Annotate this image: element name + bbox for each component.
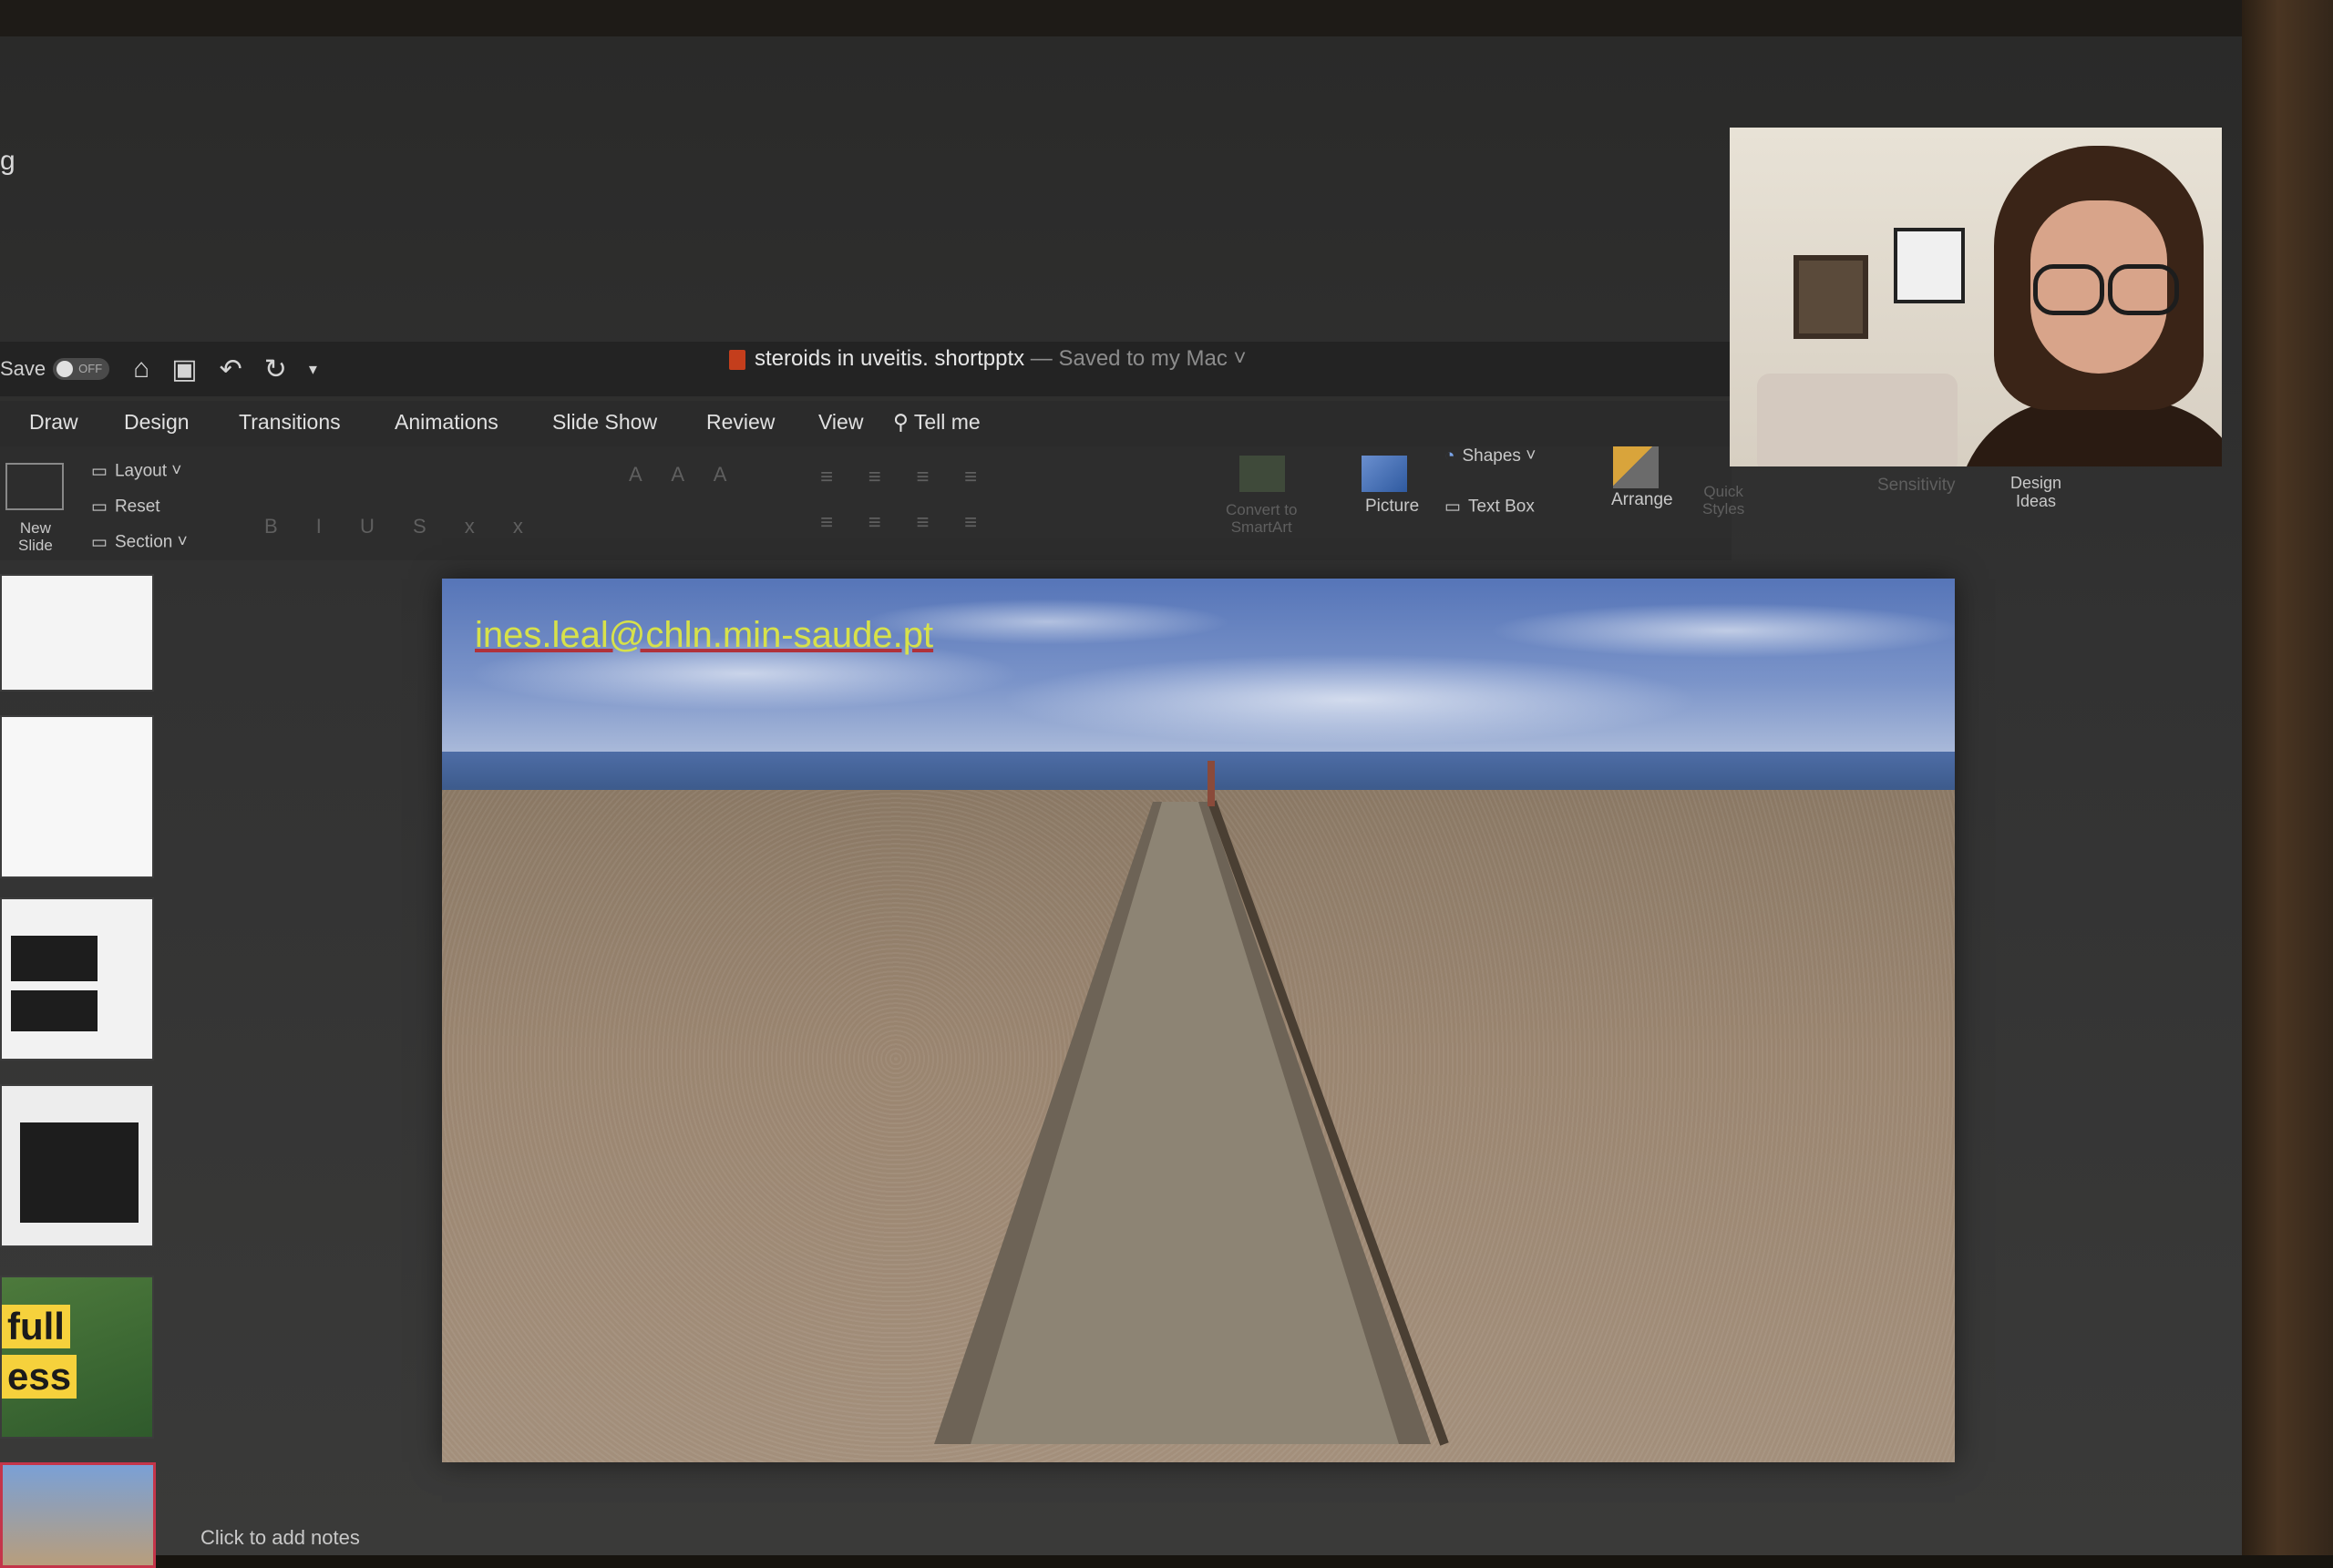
reset-icon: ▭ — [91, 497, 108, 517]
sign-text-line1: full — [2, 1305, 70, 1348]
slide-thumbnail-2[interactable] — [0, 715, 154, 878]
new-slide-icon[interactable] — [5, 463, 64, 510]
font-format-buttons[interactable]: B I U S x x — [264, 515, 540, 538]
boardwalk-surface — [971, 802, 1399, 1444]
shapes-icon: ◔ — [1444, 446, 1455, 466]
boardwalk-graphic — [934, 761, 1449, 1446]
tab-draw[interactable]: Draw — [29, 410, 78, 435]
layout-button[interactable]: ▭ Layout ˅ — [91, 461, 181, 482]
autosave-state: OFF — [78, 362, 103, 375]
slide-thumbnail-1[interactable] — [0, 574, 154, 692]
section-label: Section — [114, 532, 173, 552]
text-box-label: Text Box — [1467, 497, 1535, 517]
font-size-buttons[interactable]: A A A — [629, 463, 739, 487]
shapes-button[interactable]: ◔ Shapes ˅ — [1444, 446, 1536, 466]
oct-scan-image — [11, 936, 98, 981]
quick-styles-button[interactable]: Quick Styles — [1702, 483, 1744, 518]
document-name: steroids in uveitis. shortpptx — [755, 346, 1025, 371]
lightbulb-icon: ⚲ — [893, 410, 914, 434]
slide-thumbnail-5[interactable]: full ess — [0, 1276, 154, 1439]
arrange-icon[interactable] — [1613, 446, 1659, 488]
tab-review[interactable]: Review — [706, 410, 775, 435]
convert-smartart-button[interactable]: Convert to SmartArt — [1226, 501, 1297, 536]
customize-toolbar-icon[interactable]: ▾ — [309, 360, 317, 379]
slide-canvas[interactable]: ines.leal@chln.min-saude.pt — [442, 579, 1955, 1462]
slide-thumbnail-6-selected[interactable] — [0, 1462, 156, 1568]
autosave-label: Save — [0, 357, 46, 380]
picture-icon[interactable] — [1362, 456, 1407, 492]
sofa — [1757, 374, 1958, 466]
room-curtain — [2242, 0, 2333, 1555]
picture-button[interactable]: Picture — [1365, 497, 1419, 517]
layout-label: Layout — [114, 461, 167, 481]
section-button[interactable]: ▭ Section ˅ — [91, 532, 188, 553]
oct-scan-image — [11, 990, 98, 1031]
text-box-button[interactable]: ▭ Text Box — [1444, 497, 1535, 518]
reset-button[interactable]: ▭ Reset — [91, 497, 160, 518]
wall-picture-frame — [1894, 228, 1965, 303]
tell-me-search[interactable]: ⚲ Tell me — [893, 410, 981, 435]
wall-picture-frame — [1793, 255, 1868, 339]
webcam-video — [1730, 128, 2222, 466]
sign-text-line2: ess — [2, 1355, 77, 1399]
reset-label: Reset — [114, 497, 160, 517]
notes-placeholder[interactable]: Click to add notes — [200, 1526, 360, 1550]
person-shoulders — [1958, 401, 2222, 466]
alignment-buttons[interactable]: ≡ ≡ ≡ ≡ — [820, 510, 992, 536]
document-title: steroids in uveitis. shortpptx — Saved t… — [729, 346, 1247, 372]
projector-top-edge — [0, 0, 2242, 36]
home-icon[interactable]: ⌂ — [133, 354, 149, 384]
oct-scan-image — [20, 1122, 139, 1223]
undo-icon[interactable]: ↶ — [220, 354, 242, 385]
glasses — [2026, 264, 2179, 315]
toggle-knob — [57, 361, 74, 377]
save-icon[interactable]: ▣ — [171, 354, 197, 385]
text-box-icon: ▭ — [1444, 497, 1461, 517]
tab-slide-show[interactable]: Slide Show — [552, 410, 657, 435]
autosave-toggle[interactable]: OFF — [53, 358, 110, 380]
slide-thumbnail-3[interactable] — [0, 897, 154, 1061]
slide-thumbnail-4[interactable] — [0, 1084, 154, 1247]
section-icon: ▭ — [91, 533, 108, 552]
slide-thumbnails: full ess — [0, 565, 156, 1568]
email-text[interactable]: ines.leal@chln.min-saude.pt — [475, 615, 933, 656]
tab-animations[interactable]: Animations — [395, 410, 498, 435]
tab-design[interactable]: Design — [124, 410, 190, 435]
tab-view[interactable]: View — [818, 410, 863, 435]
window-title-fragment: g — [0, 146, 15, 176]
smartart-icon[interactable] — [1239, 456, 1285, 492]
save-status[interactable]: — Saved to my Mac ˅ — [1024, 346, 1247, 371]
tell-me-label: Tell me — [913, 410, 981, 434]
ribbon-toolbar: New Slide ▭ Layout ˅ ▭ Reset ▭ Section ˅ B … — [0, 446, 1744, 560]
tab-transitions[interactable]: Transitions — [239, 410, 341, 435]
design-ideas-button[interactable]: Design Ideas — [2010, 474, 2061, 510]
ribbon-tabs: Draw Design Transitions Animations Slide… — [0, 401, 1732, 446]
shapes-label: Shapes — [1462, 446, 1521, 466]
arrange-button[interactable]: Arrange — [1611, 490, 1673, 510]
redo-icon[interactable]: ↻ — [264, 354, 287, 385]
layout-icon: ▭ — [91, 462, 108, 481]
sensitivity-button[interactable]: Sensitivity — [1877, 476, 1956, 496]
powerpoint-icon — [729, 349, 745, 370]
paragraph-buttons[interactable]: ≡ ≡ ≡ ≡ — [820, 465, 992, 490]
post-marker — [1208, 761, 1215, 806]
new-slide-button[interactable]: New Slide — [18, 519, 53, 554]
